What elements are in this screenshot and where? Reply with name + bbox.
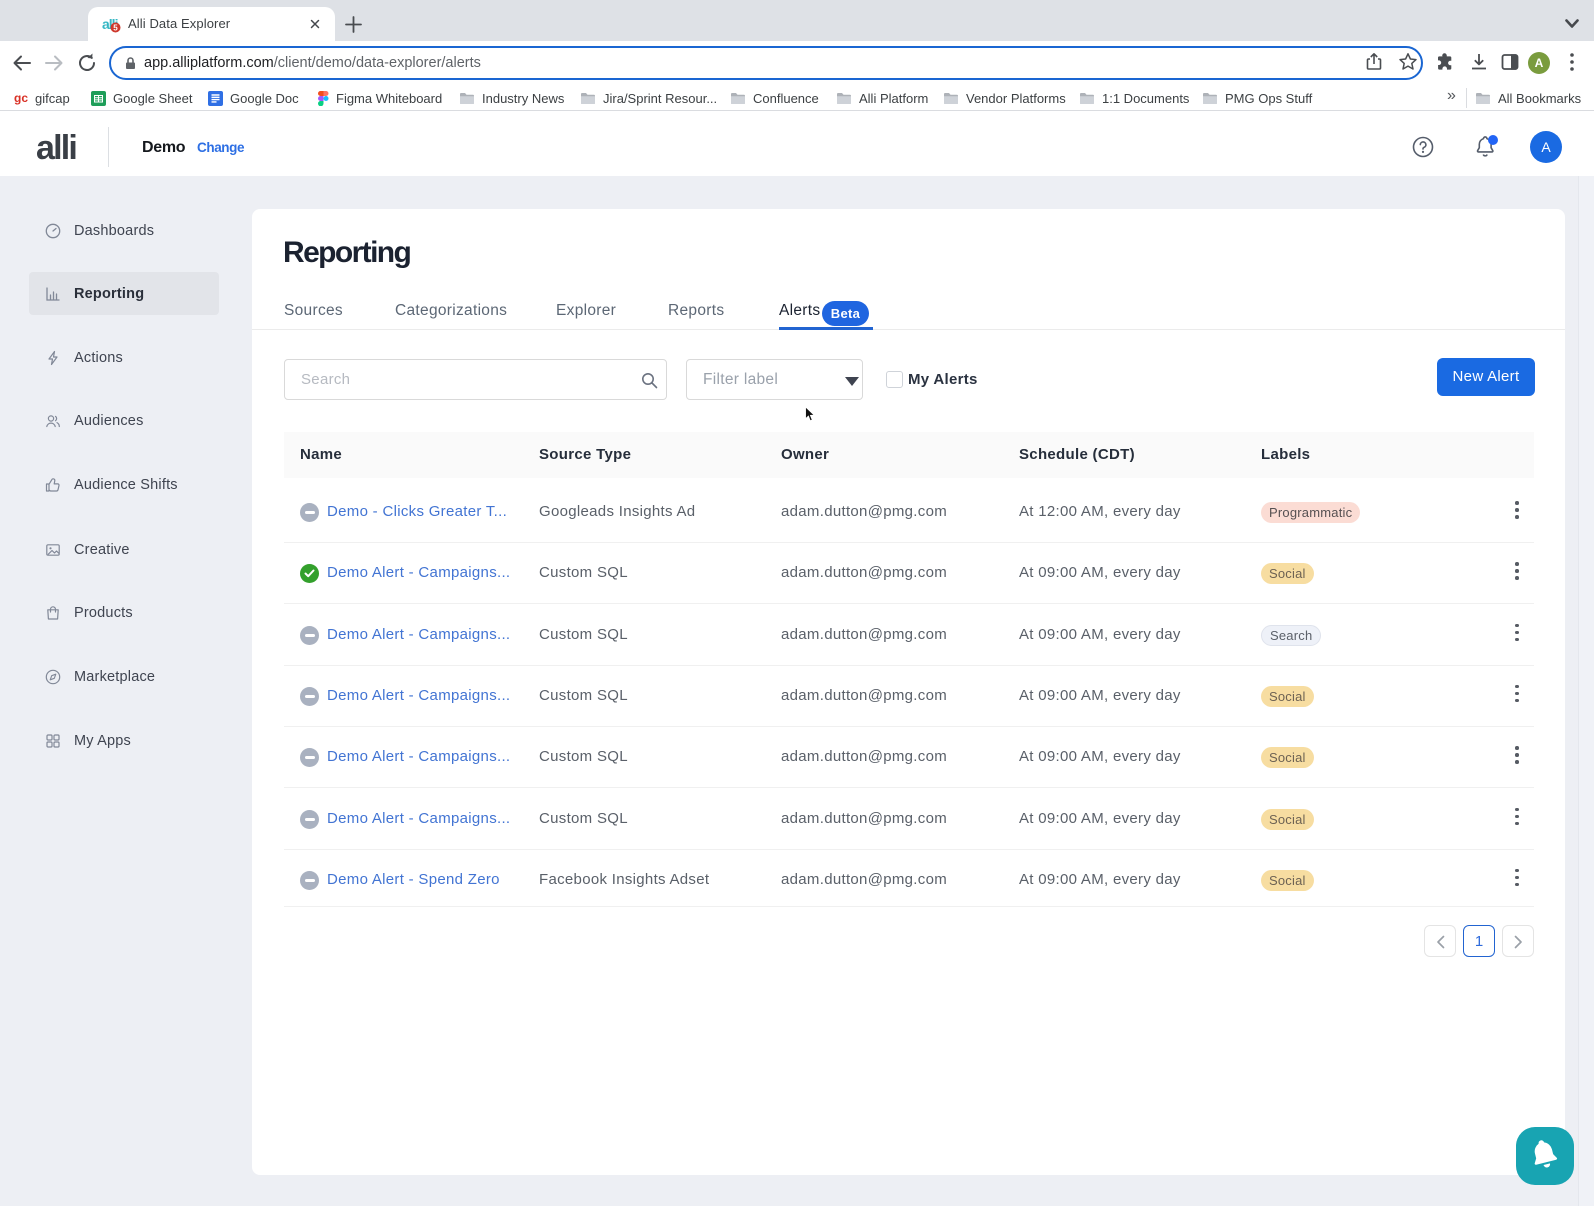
svg-text:5: 5 xyxy=(113,23,118,32)
